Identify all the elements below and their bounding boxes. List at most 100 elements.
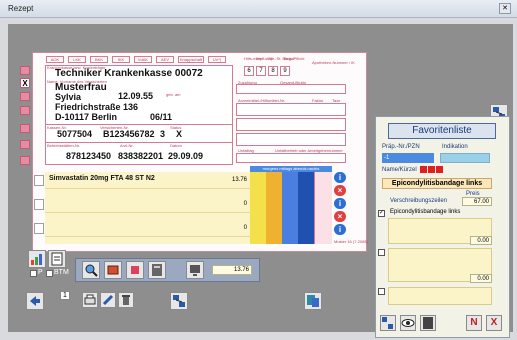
dosage-noon-column[interactable] (266, 172, 282, 244)
label-indikation: Indikation (442, 144, 468, 150)
new-button[interactable]: N (466, 315, 482, 331)
valid-until[interactable]: 06/11 (150, 112, 172, 122)
arznei-row-1 (236, 103, 346, 116)
info-icon[interactable]: i (334, 224, 346, 235)
side-mark-checked[interactable]: X (20, 78, 30, 88)
digit-box[interactable]: 8 (268, 66, 278, 76)
search-button[interactable] (82, 261, 100, 279)
close-icon[interactable]: ✕ (499, 3, 511, 14)
header-cell: LKK (68, 56, 86, 63)
indikation-input[interactable] (440, 153, 490, 163)
chart-button[interactable] (28, 250, 46, 268)
btm-checkbox[interactable] (46, 270, 53, 277)
page-number[interactable]: 1 (60, 291, 70, 300)
preis-input[interactable]: 67.00 (462, 197, 492, 206)
info-icon[interactable]: i (334, 172, 346, 183)
delete-button[interactable] (118, 292, 134, 308)
digit-box[interactable]: 9 (280, 66, 290, 76)
sign-button[interactable] (100, 292, 116, 308)
medication-value: 0 (243, 225, 247, 231)
title-bar: Rezept ✕ (0, 0, 517, 18)
kassen-nr[interactable]: 5077504 (57, 129, 92, 139)
favorite-item-value: 0.00 (470, 274, 492, 283)
print-button[interactable] (82, 292, 98, 308)
favorite-item-box[interactable] (388, 287, 492, 305)
name-color-marker (420, 166, 427, 173)
medication-name[interactable]: Simvastatin 20mg FTA 48 ST N2 (49, 175, 155, 182)
document-button[interactable] (48, 250, 66, 268)
insurer-name[interactable]: Techniker Krankenkasse 00072 (55, 68, 203, 79)
arznei-row-2 (236, 118, 346, 131)
info-icon[interactable]: i (334, 198, 346, 209)
network-icon (382, 317, 393, 329)
side-mark-noctu[interactable] (20, 92, 30, 101)
side-mark-extra[interactable] (20, 156, 30, 165)
versicherten-nr[interactable]: B123456782 (103, 129, 155, 139)
delete-favorite-button[interactable]: X (486, 315, 502, 331)
patient-city[interactable]: D-10117 Berlin (55, 112, 117, 122)
status-value[interactable]: 3 (160, 129, 165, 139)
fav-network-button[interactable] (380, 315, 396, 331)
arzt-nr[interactable]: 838382201 (118, 151, 163, 161)
row-checkbox[interactable] (34, 223, 44, 234)
remove-icon[interactable]: × (334, 185, 346, 196)
medication-button[interactable] (104, 261, 122, 279)
row-checkbox[interactable] (34, 199, 44, 210)
window-title: Rezept (8, 4, 34, 13)
bar-chart-icon (31, 254, 42, 265)
favorite-item-text[interactable]: Epicondylitisbandage links (390, 209, 460, 215)
btm-checkbox-label: BTM (54, 269, 69, 276)
transfer-icon (307, 295, 319, 307)
name-color-marker (436, 166, 443, 173)
calculator-icon (423, 317, 433, 329)
praep-input[interactable]: -1 (382, 153, 434, 163)
favorite-item-checkbox[interactable] (378, 249, 385, 256)
medication-row[interactable]: 0 (45, 196, 250, 213)
favorites-title: Favoritenliste (388, 123, 496, 139)
side-mark-unfall[interactable] (20, 124, 30, 133)
dosage-extra-column[interactable] (314, 172, 332, 244)
medication-row-spacer (45, 237, 250, 244)
printer-icon (84, 294, 96, 305)
medication-row[interactable]: Simvastatin 20mg FTA 48 ST N2 13.76 (45, 172, 250, 189)
view-button[interactable] (400, 315, 416, 331)
side-mark-gebuehr-frei[interactable] (20, 66, 30, 75)
calculator-button[interactable] (420, 315, 436, 331)
side-mark-arbeitsunfall[interactable] (20, 140, 30, 149)
pen-icon (102, 294, 114, 306)
stop-icon (131, 266, 139, 274)
patient-street[interactable]: Friedrichstraße 136 (55, 102, 138, 112)
datum-value[interactable]: 29.09.09 (168, 151, 203, 161)
p-checkbox[interactable] (30, 270, 37, 277)
label-datum: Datum (170, 143, 182, 148)
arznei-row-3 (236, 133, 346, 146)
digit-box[interactable]: 7 (256, 66, 266, 76)
patient-firstname[interactable]: Sylvia (55, 92, 81, 102)
remove-icon[interactable]: × (334, 211, 346, 222)
side-mark-sonstige[interactable] (20, 106, 30, 115)
row-checkbox[interactable] (34, 175, 44, 186)
digit-box[interactable]: 6 (244, 66, 254, 76)
favorite-item-checkbox[interactable]: ✓ (378, 210, 385, 217)
medication-icon (107, 265, 119, 275)
betriebsstaetten-nr[interactable]: 878123450 (66, 151, 111, 161)
label-arzt-nr: Arzt-Nr. (120, 143, 134, 148)
record-button[interactable] (126, 261, 144, 279)
header-cell: AEV (156, 56, 174, 63)
patient-birthdate[interactable]: 12.09.55 (118, 91, 153, 101)
dosage-night-column[interactable] (298, 172, 314, 244)
dosage-evening-column[interactable] (282, 172, 298, 244)
monitor-icon (190, 265, 200, 276)
favorite-name-input[interactable]: Epicondylitisbandage links (382, 178, 492, 189)
back-button[interactable] (26, 292, 44, 310)
form-footnote: Muster 16 (7.2008) (334, 239, 368, 244)
transfer-button[interactable] (304, 292, 322, 310)
favorite-item-checkbox[interactable] (378, 288, 385, 295)
calculator-button[interactable] (148, 261, 166, 279)
dosage-morning-column[interactable] (250, 172, 266, 244)
label-birth: geb. am (166, 92, 181, 97)
medication-row[interactable]: 0 (45, 220, 250, 237)
network-button[interactable] (170, 292, 188, 310)
status-mark[interactable]: X (176, 129, 182, 139)
monitor-button[interactable] (186, 261, 204, 279)
